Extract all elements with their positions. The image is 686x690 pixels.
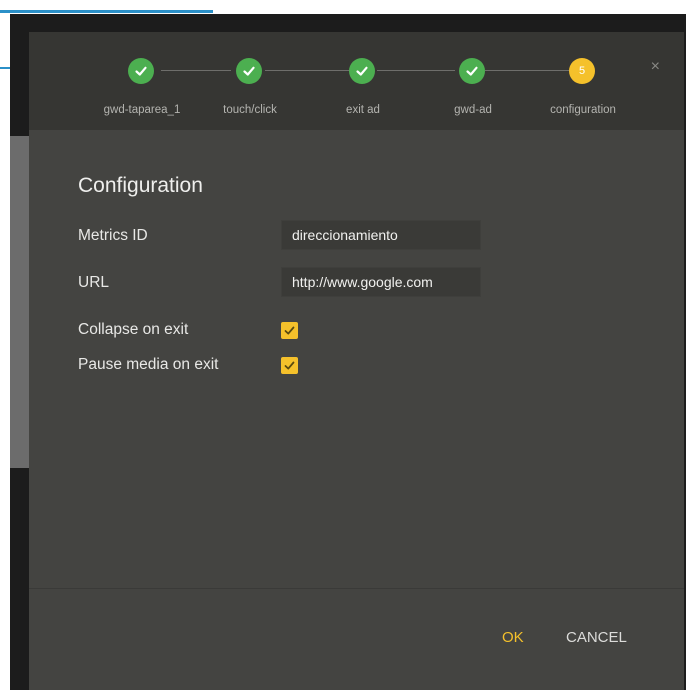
url-input[interactable] [281, 267, 481, 297]
step-label: gwd-taparea_1 [103, 104, 181, 116]
step-touch-click[interactable]: touch/click [190, 32, 310, 130]
step-gwd-taparea[interactable]: gwd-taparea_1 [82, 32, 202, 130]
step-exit-ad[interactable]: exit ad [303, 32, 423, 130]
header-accent-bar [0, 0, 213, 13]
step-complete-icon [349, 58, 375, 84]
dialog-content: Configuration Metrics ID URL Collapse on… [29, 130, 684, 588]
configuration-dialog: gwd-taparea_1 touch/click exit ad gwd-ad [29, 32, 684, 690]
step-complete-icon [128, 58, 154, 84]
step-number: 5 [578, 65, 586, 77]
side-panel-strip [10, 136, 29, 468]
stepper: gwd-taparea_1 touch/click exit ad gwd-ad [29, 32, 684, 130]
step-number-icon: 5 [569, 58, 595, 84]
close-icon[interactable]: × [651, 58, 660, 76]
app-background: gwd-taparea_1 touch/click exit ad gwd-ad [10, 14, 686, 690]
pause-media-label: Pause media on exit [78, 356, 219, 373]
step-complete-icon [459, 58, 485, 84]
cancel-button[interactable]: CANCEL [566, 629, 627, 646]
step-complete-icon [236, 58, 262, 84]
step-label: configuration [550, 104, 616, 116]
ok-button[interactable]: OK [502, 629, 524, 646]
collapse-on-exit-checkbox[interactable] [281, 322, 298, 339]
dialog-footer: OK CANCEL [29, 589, 684, 690]
step-label: touch/click [223, 104, 277, 116]
step-configuration[interactable]: 5 configuration [523, 32, 643, 130]
page-title: Configuration [78, 174, 203, 197]
url-label: URL [78, 274, 110, 291]
step-gwd-ad[interactable]: gwd-ad [413, 32, 533, 130]
pause-media-checkbox[interactable] [281, 357, 298, 374]
metrics-id-label: Metrics ID [78, 227, 148, 244]
collapse-on-exit-label: Collapse on exit [78, 321, 189, 338]
checkmark-icon [284, 361, 295, 370]
step-label: gwd-ad [454, 104, 492, 116]
metrics-id-input[interactable] [281, 220, 481, 250]
step-label: exit ad [346, 104, 380, 116]
checkmark-icon [284, 326, 295, 335]
